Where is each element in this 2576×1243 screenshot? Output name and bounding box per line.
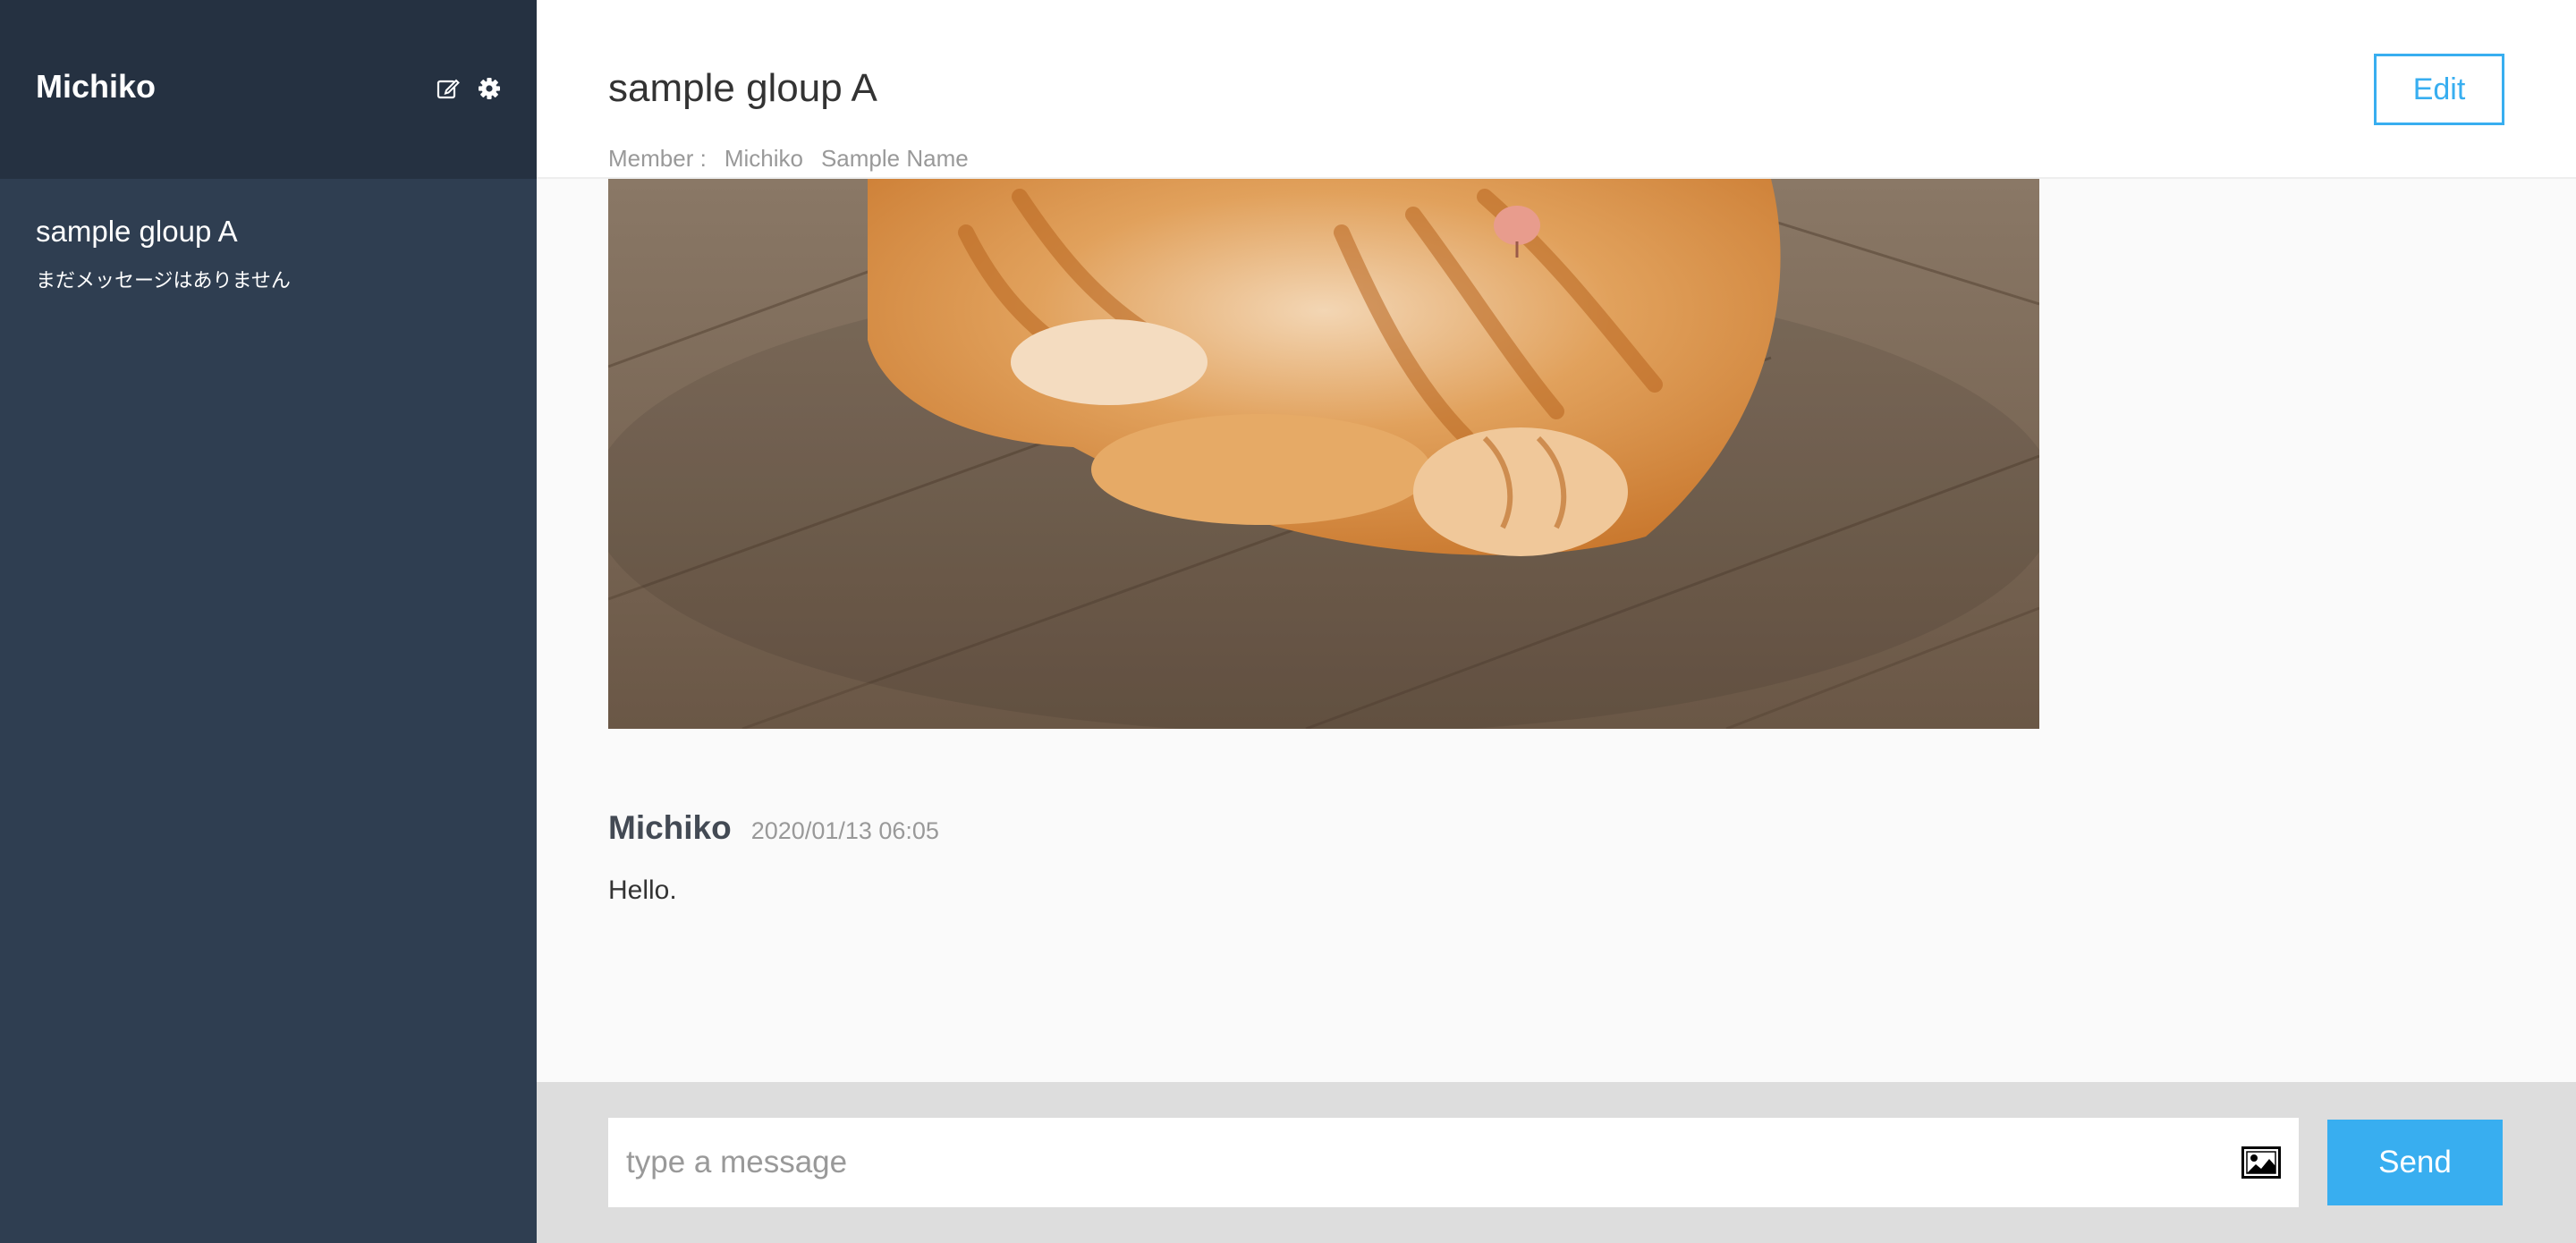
- member-name: Sample Name: [820, 145, 969, 172]
- current-user-name: Michiko: [36, 68, 157, 105]
- edit-icon[interactable]: [436, 77, 460, 100]
- message-list: Michiko 2020/01/13 06:05 Hello.: [537, 179, 2576, 1082]
- message-form: Send: [537, 1082, 2576, 1243]
- page-title: sample gloup A: [608, 66, 877, 110]
- message-image: [608, 179, 2039, 729]
- message-input[interactable]: [608, 1118, 2200, 1207]
- chat-header: sample gloup A Member : Michiko Sample N…: [537, 0, 2576, 179]
- image-icon[interactable]: [2241, 1146, 2281, 1179]
- message-input-box: [608, 1118, 2299, 1207]
- sidebar: Michiko sample gloup A まだメッセージはありません: [0, 0, 537, 1243]
- gear-icon[interactable]: [478, 77, 501, 100]
- member-list: Member : Michiko Sample Name: [608, 145, 969, 173]
- sidebar-header: Michiko: [0, 0, 537, 179]
- sidebar-group-item[interactable]: sample gloup A まだメッセージはありません: [36, 215, 501, 293]
- group-last-message: まだメッセージはありません: [36, 269, 291, 292]
- message-user: Michiko: [608, 809, 732, 846]
- message-date: 2020/01/13 06:05: [750, 817, 939, 844]
- member-name: Michiko: [724, 145, 803, 172]
- send-button[interactable]: Send: [2327, 1120, 2503, 1205]
- group-name: sample gloup A: [36, 215, 238, 248]
- edit-group-button[interactable]: Edit: [2374, 54, 2504, 125]
- message-header: Michiko 2020/01/13 06:05: [608, 809, 939, 847]
- sidebar-header-icons: [436, 77, 501, 100]
- message-text: Hello.: [608, 875, 677, 905]
- chat-app: Michiko sample gloup A まだメッセージはありません sam…: [0, 0, 2576, 1243]
- member-label: Member :: [608, 145, 707, 172]
- chat-main: sample gloup A Member : Michiko Sample N…: [537, 0, 2576, 1243]
- cat-photo: [608, 179, 2039, 729]
- message-item: Michiko 2020/01/13 06:05 Hello.: [608, 809, 939, 906]
